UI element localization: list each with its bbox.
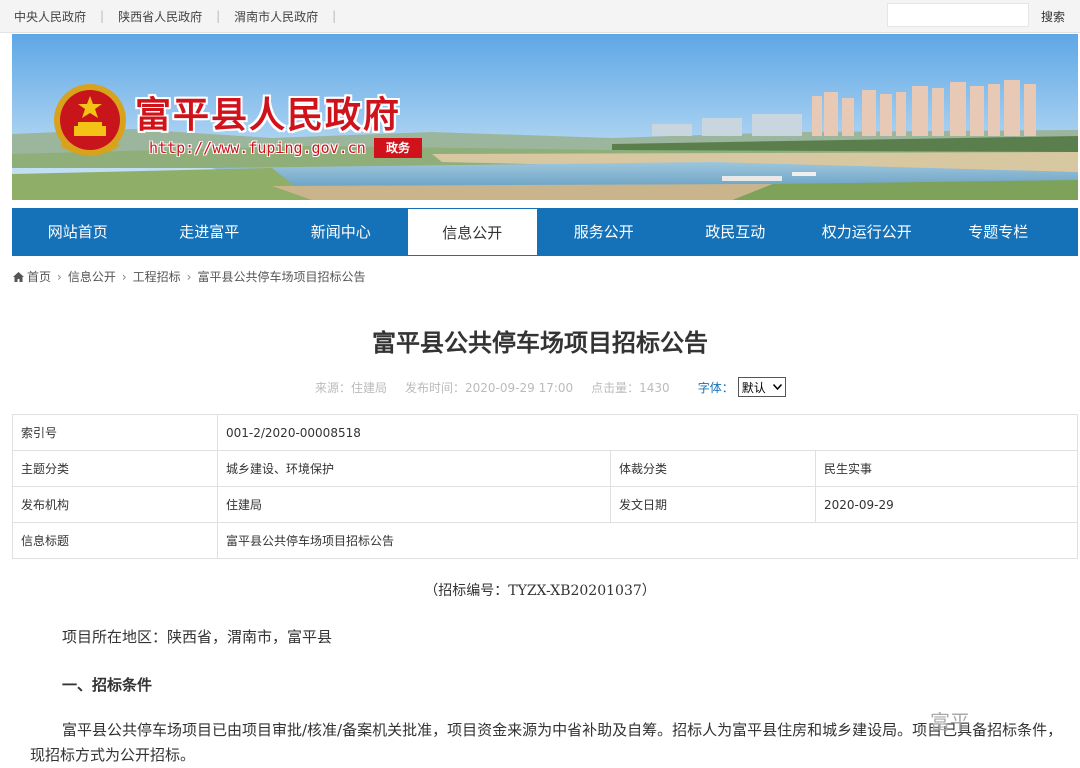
nav-info-disclosure[interactable]: 信息公开 (406, 208, 538, 256)
topic-value: 城乡建设、环境保护 (217, 450, 611, 487)
org-value: 住建局 (217, 486, 611, 523)
nav-about[interactable]: 走进富平 (144, 208, 276, 256)
wechat-watermark: 富平 (930, 710, 970, 734)
nav-interaction[interactable]: 政民互动 (670, 208, 802, 256)
breadcrumb-tender[interactable]: 工程招标 (133, 268, 181, 285)
breadcrumb-info[interactable]: 信息公开 (68, 268, 116, 285)
breadcrumb-home[interactable]: 首页 (27, 268, 51, 285)
top-links: 中央人民政府 | 陕西省人民政府 | 渭南市人民政府 | (12, 0, 348, 32)
topic-label: 主题分类 (12, 450, 218, 487)
national-emblem-icon (54, 84, 126, 156)
project-location: 项目所在地区：陕西省，渭南市，富平县 (62, 628, 333, 646)
search-input[interactable] (887, 3, 1029, 27)
index-value: 001-2/2020-00008518 (217, 414, 1078, 451)
divider: | (332, 9, 337, 23)
site-url: http://www.fuping.gov.cn (149, 139, 366, 157)
info-table: 索引号 001-2/2020-00008518 主题分类 城乡建设、环境保护 体… (12, 414, 1078, 559)
search-button[interactable]: 搜索 (1041, 8, 1065, 25)
font-size-select[interactable]: 默认 (737, 377, 786, 397)
pubdate-label: 发文日期 (610, 486, 816, 523)
breadcrumb: 首页 › 信息公开 › 工程招标 › 富平县公共停车场项目招标公告 (13, 268, 366, 285)
org-label: 发布机构 (12, 486, 218, 523)
header-banner: 富平县人民政府 http://www.fuping.gov.cn 政务 (12, 34, 1078, 200)
chevron-right-icon: › (121, 269, 127, 284)
nav-home[interactable]: 网站首页 (12, 208, 144, 256)
section-heading: 一、招标条件 (62, 676, 153, 694)
pubdate-value: 2020-09-29 (815, 486, 1078, 523)
home-icon (13, 271, 24, 282)
divider: | (100, 9, 105, 23)
font-size-label: 字体： (697, 380, 734, 395)
chevron-right-icon: › (186, 269, 192, 284)
link-shaanxi-gov[interactable]: 陕西省人民政府 (116, 8, 204, 25)
nav-power[interactable]: 权力运行公开 (801, 208, 933, 256)
article-clicks: 点击量：1430 (591, 380, 670, 395)
tender-number: （招标编号：TYZX-XB20201037） (424, 583, 656, 599)
title-label: 信息标题 (12, 522, 218, 559)
article-source: 来源：住建局 (315, 380, 388, 395)
link-central-gov[interactable]: 中央人民政府 (12, 8, 88, 25)
table-row: 主题分类 城乡建设、环境保护 体裁分类 民生实事 (12, 450, 1078, 487)
breadcrumb-current: 富平县公共停车场项目招标公告 (197, 270, 366, 284)
table-row: 信息标题 富平县公共停车场项目招标公告 (12, 522, 1078, 559)
top-bar: 中央人民政府 | 陕西省人民政府 | 渭南市人民政府 | 搜索 (0, 0, 1080, 33)
article-date: 发布时间：2020-09-29 17:00 (405, 380, 574, 395)
font-size-value: 默认 (741, 380, 766, 395)
page-title: 富平县公共停车场项目招标公告 (372, 329, 708, 357)
tender-paragraph: 富平县公共停车场项目已由项目审批/核准/备案机关批准，项目资金来源为中省补助及自… (30, 721, 1063, 764)
genre-value: 民生实事 (815, 450, 1078, 487)
table-row: 发布机构 住建局 发文日期 2020-09-29 (12, 486, 1078, 523)
nav-topics[interactable]: 专题专栏 (933, 208, 1065, 256)
chevron-down-icon (772, 384, 782, 390)
table-row: 索引号 001-2/2020-00008518 (12, 414, 1078, 451)
nav-services[interactable]: 服务公开 (538, 208, 670, 256)
chevron-right-icon: › (57, 269, 62, 284)
link-weinan-gov[interactable]: 渭南市人民政府 (232, 8, 320, 25)
divider: | (216, 9, 221, 23)
site-title: 富平县人民政府 (135, 94, 402, 136)
nav-news[interactable]: 新闻中心 (275, 208, 407, 256)
genre-label: 体裁分类 (610, 450, 816, 487)
site-badge: 政务 (374, 138, 422, 158)
article-meta: 来源：住建局 发布时间：2020-09-29 17:00 点击量：1430 字体… (315, 377, 786, 397)
index-label: 索引号 (12, 414, 218, 451)
title-value: 富平县公共停车场项目招标公告 (217, 522, 1078, 559)
main-nav: 网站首页 走进富平 新闻中心 信息公开 服务公开 政民互动 权力运行公开 专题专… (12, 208, 1078, 256)
